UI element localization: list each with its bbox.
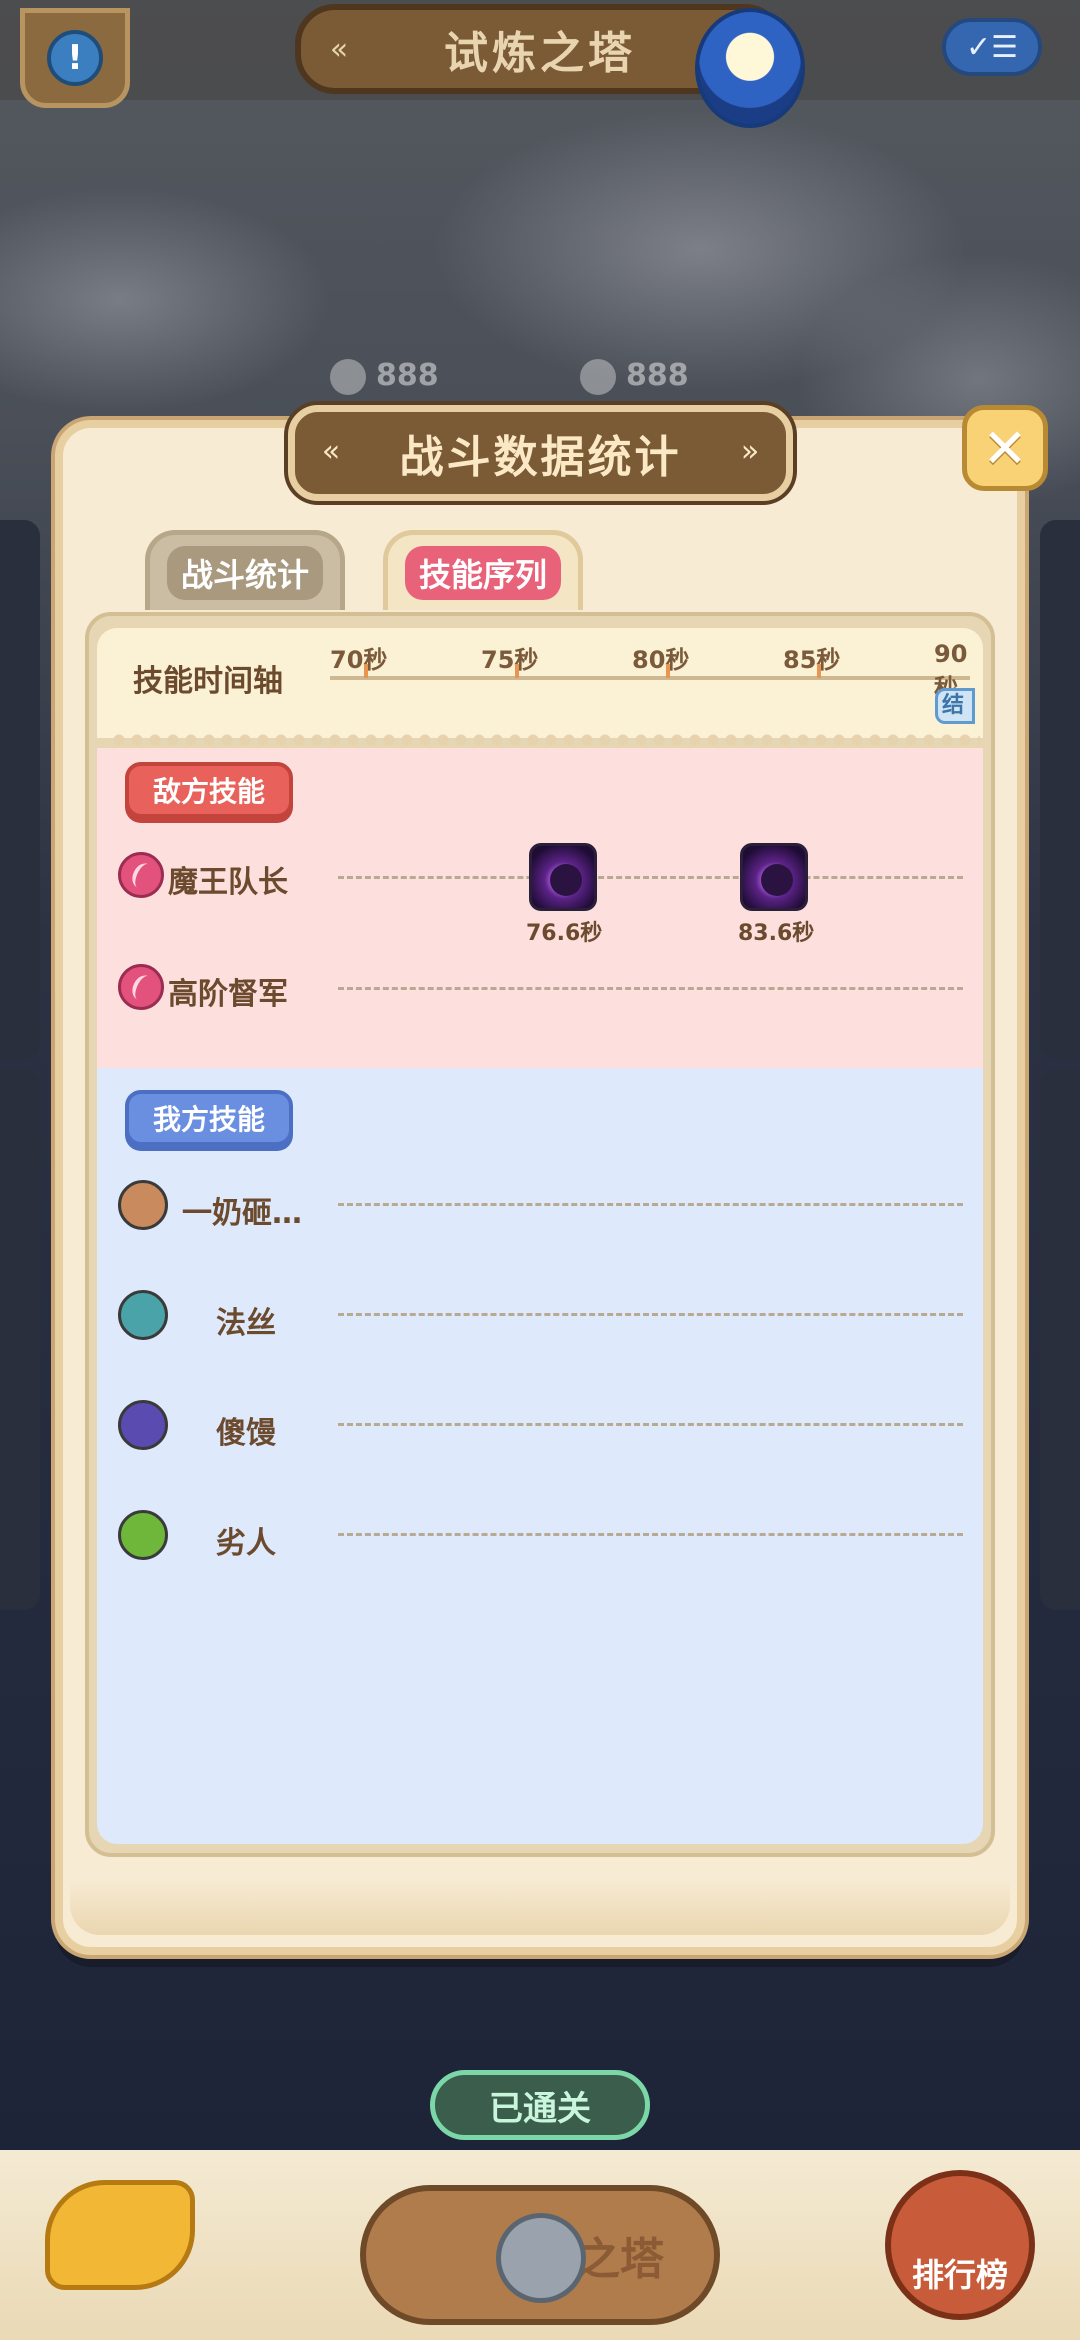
tab-label: 战斗统计: [166, 545, 323, 600]
ally-skills-section: [97, 1068, 983, 1844]
close-x-icon[interactable]: ✕: [962, 405, 1048, 491]
exclamation-icon: !: [47, 30, 103, 86]
dialog-title: 战斗数据统计: [399, 432, 682, 483]
tab-skill-sequence[interactable]: 技能序列: [383, 530, 583, 610]
timeline-tick: [515, 664, 519, 678]
coin-icon: [330, 358, 366, 395]
skill-track: [338, 1313, 963, 1316]
timeline-tick: [364, 664, 368, 678]
skill-track: [338, 1423, 963, 1426]
left-ornament-icon: «: [329, 32, 349, 67]
totem-icon: [118, 1400, 168, 1450]
tiger-icon: [118, 1180, 168, 1230]
timeline-tick-label: 80秒: [632, 646, 690, 674]
skill-time: 76.6秒: [526, 921, 603, 946]
cleared-status-button[interactable]: 已通关: [430, 2070, 650, 2140]
side-card-left: [0, 1070, 40, 1610]
side-card-left: [0, 520, 40, 1060]
timeline-tick-label: 70秒: [330, 646, 388, 674]
dark-summon-skill-icon[interactable]: [740, 843, 808, 911]
tab-battle-stats[interactable]: 战斗统计: [145, 530, 345, 610]
leaderboard-button[interactable]: 排行榜: [885, 2170, 1035, 2320]
vine-icon: [118, 1510, 168, 1560]
claw-icon: [118, 852, 164, 898]
claw-icon: [118, 964, 164, 1010]
skill-time: 83.6秒: [738, 921, 815, 946]
dotted-divider: [110, 733, 980, 747]
skill-track: [338, 987, 963, 990]
right-ornament-icon: »: [740, 434, 760, 469]
leaf-swirl-icon: [118, 1290, 168, 1340]
shadow-demon-skill-icon[interactable]: [529, 843, 597, 911]
avatar[interactable]: [695, 8, 805, 128]
ally-name: 劣人: [216, 1526, 276, 1561]
list-check-icon[interactable]: ✓☰: [942, 18, 1042, 76]
timeline-tick: [817, 664, 821, 678]
enemy-name: 魔王队长: [168, 865, 288, 900]
leaderboard-label: 排行榜: [911, 2256, 1008, 2294]
ally-name: 一奶砸…: [182, 1196, 302, 1231]
skill-track: [338, 876, 963, 879]
coin-icon: [580, 358, 616, 395]
timeline-tick: [666, 664, 670, 678]
timeline-end-chip[interactable]: 结束: [935, 688, 975, 724]
score-display: 888: [580, 358, 689, 395]
ally-name: 傻馒: [216, 1416, 276, 1451]
timeline-axis: [330, 676, 970, 680]
left-ornament-icon: «: [321, 434, 341, 469]
dialog-title-plate: « 战斗数据统计 »: [288, 405, 793, 501]
enemy-skills-badge: 敌方技能: [125, 762, 293, 818]
dialog-footer-decoration: [70, 1880, 1010, 1935]
lock-icon: [496, 2213, 586, 2303]
locked-tower-label: 之塔: [576, 2234, 664, 2285]
info-button[interactable]: !: [20, 8, 130, 108]
ally-name: 法丝: [216, 1306, 276, 1341]
locked-tower-button[interactable]: 之塔: [360, 2185, 720, 2325]
timeline-label: 技能时间轴: [133, 664, 283, 699]
score-display: 888: [330, 358, 439, 395]
tab-label: 技能序列: [404, 545, 561, 600]
timeline-tick-label: 75秒: [481, 646, 539, 674]
enemy-name: 高阶督军: [168, 977, 288, 1012]
skill-track: [338, 1533, 963, 1536]
side-card-right: [1040, 520, 1080, 1060]
skill-track: [338, 1203, 963, 1206]
page-title: 试炼之塔: [444, 28, 636, 79]
timeline-tick-label: 85秒: [783, 646, 841, 674]
fish-bone-icon[interactable]: [45, 2180, 195, 2290]
ally-skills-badge: 我方技能: [125, 1090, 293, 1146]
side-card-right: [1040, 1070, 1080, 1610]
